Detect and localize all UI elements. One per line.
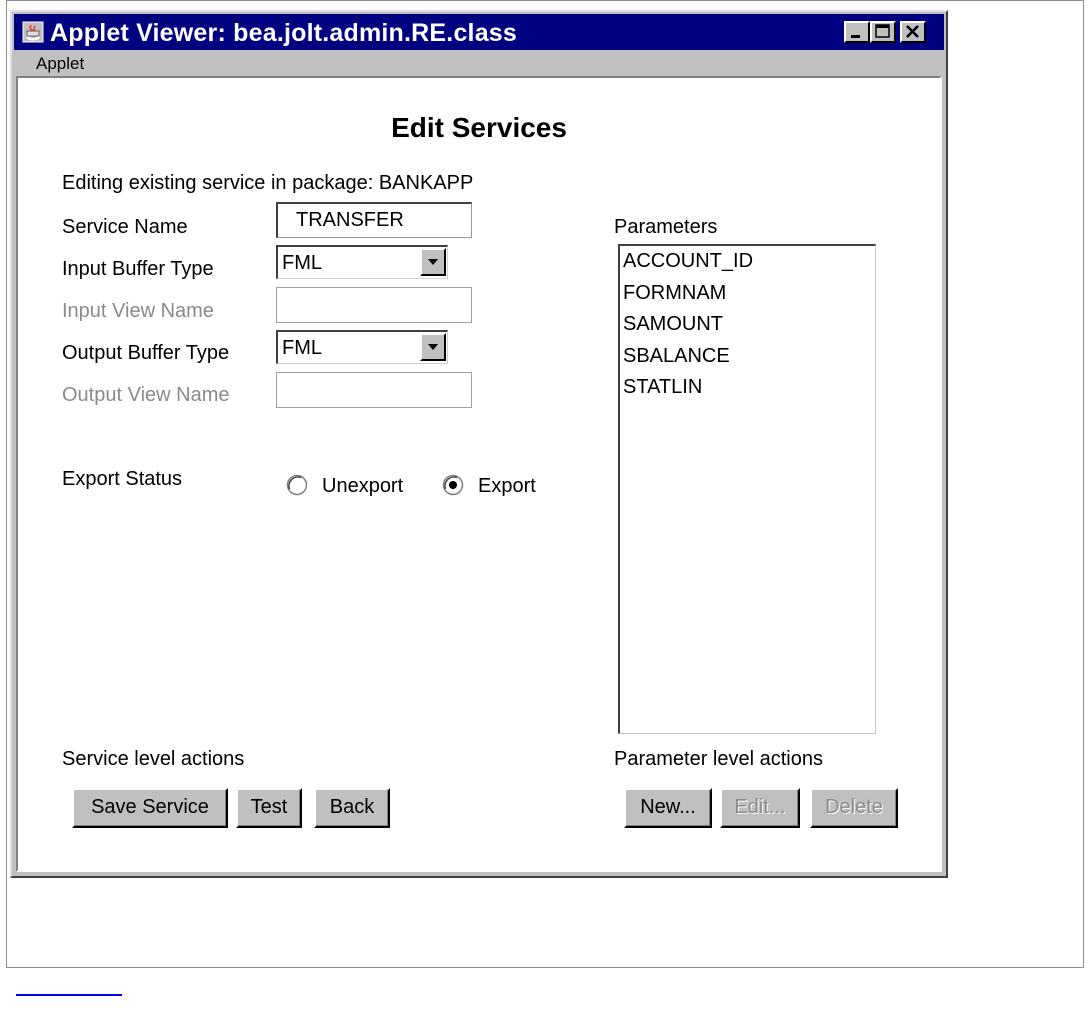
export-status-label: Export Status [62,468,183,490]
list-item[interactable]: STATLIN [620,372,875,404]
java-app-icon [22,21,44,43]
menu-applet[interactable]: Applet [36,54,84,74]
back-button[interactable]: Back [314,788,390,828]
input-view-name-field [276,287,472,323]
output-view-name-label: Output View Name [62,384,230,406]
package-subtitle: Editing existing service in package: BAN… [62,172,474,194]
test-button[interactable]: Test [236,788,302,828]
applet-window: Applet Viewer: bea.jolt.admin.RE.class A… [10,10,948,878]
list-item[interactable]: ACCOUNT_ID [620,246,875,278]
minimize-icon [851,35,860,38]
parameters-list[interactable]: ACCOUNT_ID FORMNAM SAMOUNT SBALANCE STAT… [618,244,876,734]
output-buffer-type-select[interactable]: FML [276,330,448,364]
parameter-actions-label: Parameter level actions [614,748,823,770]
chevron-down-icon [428,259,438,265]
link-underline[interactable] [16,994,122,996]
input-buffer-type-select[interactable]: FML [276,245,448,279]
maximize-icon [875,24,890,38]
input-buffer-dropdown-button[interactable] [420,248,446,276]
output-view-name-field [276,372,472,408]
maximize-button[interactable] [870,21,896,43]
input-view-name-label: Input View Name [62,300,214,322]
radio-unexport[interactable] [286,474,308,496]
applet-content: Edit Services Editing existing service i… [16,76,942,872]
new-parameter-button[interactable]: New... [624,788,712,828]
service-name-label: Service Name [62,216,188,238]
parameters-label: Parameters [614,216,718,238]
page-title: Edit Services [391,112,567,143]
chevron-down-icon [428,344,438,350]
service-actions-label: Service level actions [62,748,245,770]
radio-export[interactable] [442,474,464,496]
service-name-field[interactable]: TRANSFER [276,202,472,238]
radio-export-label[interactable]: Export [478,475,536,498]
list-item[interactable]: FORMNAM [620,278,875,310]
window-title: Applet Viewer: bea.jolt.admin.RE.class [50,19,517,47]
delete-parameter-button: Delete [810,788,898,828]
input-buffer-type-value: FML [282,252,322,274]
list-item[interactable]: SBALANCE [620,341,875,373]
close-icon [906,25,919,38]
output-buffer-type-label: Output Buffer Type [62,342,230,364]
title-bar[interactable]: Applet Viewer: bea.jolt.admin.RE.class [14,14,944,50]
save-service-button[interactable]: Save Service [72,788,228,828]
input-buffer-type-label: Input Buffer Type [62,258,214,280]
output-buffer-type-value: FML [282,337,322,359]
close-button[interactable] [900,21,926,43]
output-buffer-dropdown-button[interactable] [420,333,446,361]
edit-parameter-button: Edit... [720,788,800,828]
menu-bar: Applet [14,50,944,76]
list-item[interactable]: SAMOUNT [620,309,875,341]
radio-unexport-label[interactable]: Unexport [322,475,403,498]
minimize-button[interactable] [844,21,870,43]
